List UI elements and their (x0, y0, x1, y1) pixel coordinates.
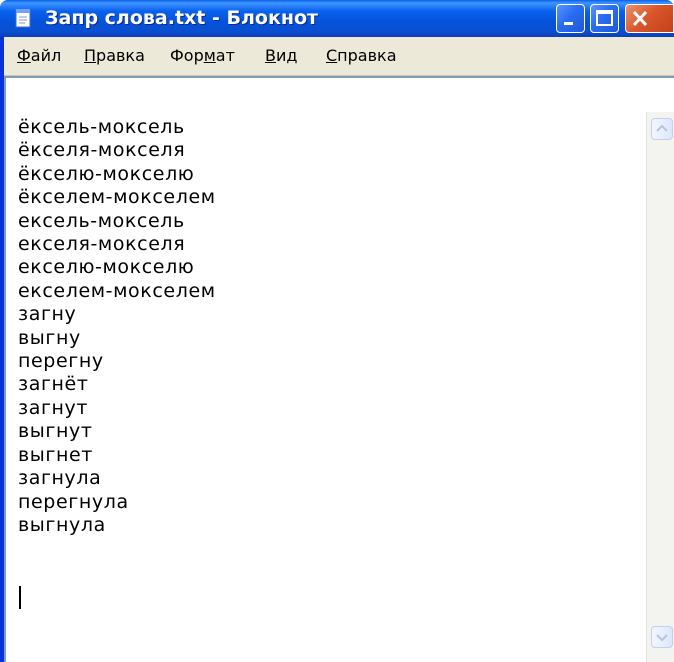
minimize-icon (564, 22, 573, 25)
text-line: выгнут (18, 420, 93, 443)
text-line: загнёт (18, 373, 89, 396)
text-line: екселя-мокселя (18, 233, 186, 256)
maximize-icon (596, 10, 613, 26)
window-title: Запр слова.txt - Блокнот (45, 7, 319, 29)
notepad-window: Запр слова.txt - Блокнот Файл Правка Фор… (0, 0, 674, 662)
close-button[interactable] (625, 4, 674, 33)
vertical-scrollbar[interactable] (646, 112, 674, 662)
text-line: ёксель-моксель (18, 116, 185, 138)
arrow-down-icon (656, 634, 668, 642)
minimize-button[interactable] (556, 4, 585, 33)
text-line: загнула (18, 467, 102, 490)
menu-bar: Файл Правка Формат Вид Справка (4, 37, 674, 76)
text-line: выгну (18, 326, 81, 349)
editor-text[interactable]: ёксель-моксель ёкселя-мокселя ёкселю-мок… (18, 116, 216, 537)
menu-help[interactable]: Справка (326, 47, 397, 65)
menu-format[interactable]: Формат (170, 47, 235, 65)
scroll-down-button[interactable] (651, 626, 673, 648)
text-line: ёкселя-мокселя (18, 139, 186, 162)
text-line: екселю-мокселю (18, 256, 195, 279)
title-bar[interactable]: Запр слова.txt - Блокнот (0, 0, 674, 37)
text-line: екселем-мокселем (18, 279, 216, 302)
arrow-up-icon (656, 124, 668, 132)
close-icon (632, 10, 648, 27)
text-line: загнут (18, 396, 89, 419)
scroll-up-button[interactable] (651, 118, 673, 140)
text-caret (19, 586, 21, 609)
text-line: ексель-моксель (18, 209, 185, 232)
text-line: перегну (18, 350, 104, 373)
text-line: выгнет (18, 443, 93, 466)
menu-view[interactable]: Вид (265, 47, 297, 65)
text-line: ёкселю-мокселю (18, 162, 195, 185)
notepad-icon[interactable] (12, 7, 34, 29)
menu-file[interactable]: Файл (17, 47, 61, 65)
menu-edit[interactable]: Правка (84, 47, 145, 65)
text-line: выгнула (18, 513, 106, 536)
maximize-button[interactable] (590, 4, 619, 33)
text-line: загну (18, 303, 77, 326)
text-line: ёкселем-мокселем (18, 186, 216, 209)
text-line: перегнула (18, 490, 129, 513)
